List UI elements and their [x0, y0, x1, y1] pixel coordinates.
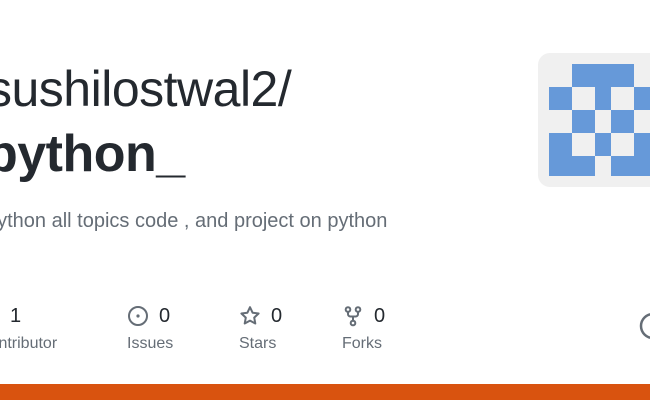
stat-contributors[interactable]: 1 Contributor	[0, 302, 57, 362]
stat-issues[interactable]: 0 Issues	[127, 302, 173, 362]
forks-label: Forks	[342, 335, 382, 352]
stat-forks[interactable]: 0 Forks	[342, 302, 385, 362]
forks-count: 0	[374, 305, 386, 327]
repo-name-heading: python_	[0, 125, 185, 183]
issues-label: Issues	[127, 335, 174, 352]
contributors-count: 1	[10, 305, 22, 327]
repo-forked-icon	[342, 305, 364, 327]
repo-owner-heading: sushilostwal2/	[0, 61, 292, 117]
stat-stars[interactable]: 0 Stars	[239, 302, 282, 362]
owner-identicon-avatar	[538, 53, 650, 187]
stars-label: Stars	[239, 335, 277, 352]
issue-opened-icon	[127, 305, 149, 327]
repo-description: python all topics code , and project on …	[0, 210, 388, 232]
contributors-label: Contributor	[0, 335, 58, 352]
language-color-bar	[0, 384, 650, 400]
stars-count: 0	[271, 305, 283, 327]
star-icon	[239, 305, 261, 327]
github-logo-icon	[638, 311, 650, 341]
issues-count: 0	[159, 305, 171, 327]
